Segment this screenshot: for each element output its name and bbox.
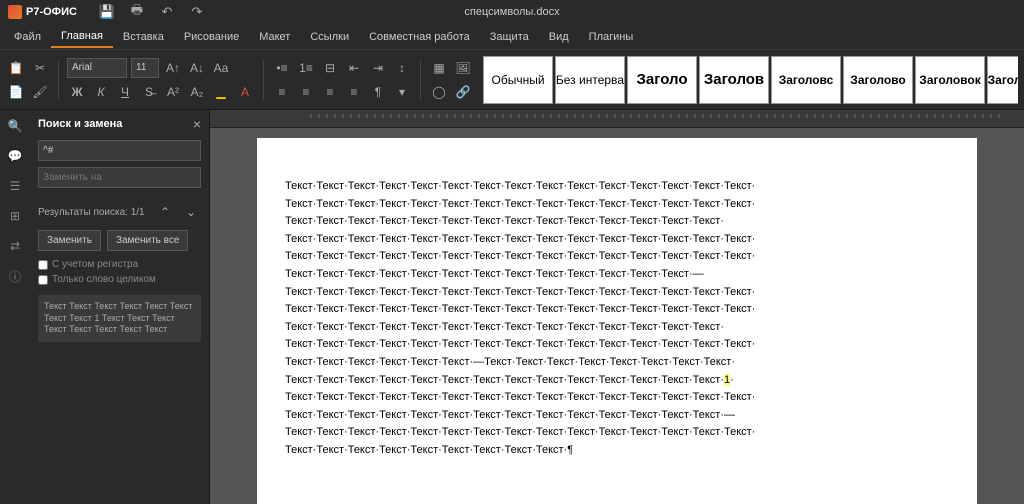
headings-icon[interactable]: ⊞ [5, 206, 25, 226]
document-title: спецсимволы.docx [464, 6, 559, 18]
case-sensitive-checkbox[interactable]: С учетом регистра [38, 259, 201, 270]
insert-table-icon[interactable]: ▦ [429, 58, 449, 78]
undo-icon[interactable]: ↶ [157, 2, 177, 22]
decrease-font-icon[interactable]: A↓ [187, 58, 207, 78]
menu-file[interactable]: Файл [4, 27, 51, 47]
cut-icon[interactable]: ✂ [30, 58, 50, 78]
menu-references[interactable]: Ссылки [300, 27, 359, 47]
strike-icon[interactable]: S̶ [139, 82, 159, 102]
nonprinting-icon[interactable]: ¶ [368, 82, 388, 102]
style-heading3[interactable]: Заголовс [771, 56, 841, 104]
redo-icon[interactable]: ↷ [187, 2, 207, 22]
prev-result-icon[interactable]: ⌃ [155, 202, 175, 222]
style-normal[interactable]: Обычный [483, 56, 553, 104]
search-replace-panel: Поиск и замена × Результаты поиска: 1/1 … [30, 110, 210, 504]
style-heading4[interactable]: Заголово [843, 56, 913, 104]
case-icon[interactable]: Aa [211, 58, 231, 78]
close-icon[interactable]: × [193, 116, 201, 132]
left-toolbar: 🔍 💬 ☰ ⊞ ⇄ ⓘ [0, 110, 30, 504]
search-result-item[interactable]: Текст Текст Текст Текст Текст Текст Текс… [38, 295, 201, 342]
subscript-icon[interactable]: A₂ [187, 82, 207, 102]
menu-draw[interactable]: Рисование [174, 27, 249, 47]
underline-icon[interactable]: Ч [115, 82, 135, 102]
feedback-icon[interactable]: ⓘ [5, 266, 25, 286]
app-logo-icon [8, 5, 22, 19]
multilevel-icon[interactable]: ⊟ [320, 58, 340, 78]
highlight-icon[interactable]: ▁ [211, 82, 231, 102]
document-page[interactable]: Текст·Текст·Текст·Текст·Текст·Текст·Текс… [257, 138, 977, 504]
search-results-count: Результаты поиска: 1/1 [38, 207, 145, 218]
indent-inc-icon[interactable]: ⇥ [368, 58, 388, 78]
replace-input[interactable] [38, 167, 201, 188]
toolbar: 📋 ✂ 📄 🖌 A↑ A↓ Aa Ж К Ч S̶ A² A₂ ▁ A [0, 50, 1024, 110]
style-heading5[interactable]: Заголовок [915, 56, 985, 104]
numbering-icon[interactable]: 1≡ [296, 58, 316, 78]
italic-icon[interactable]: К [91, 82, 111, 102]
search-input[interactable] [38, 140, 201, 161]
font-size-select[interactable] [131, 58, 159, 78]
increase-font-icon[interactable]: A↑ [163, 58, 183, 78]
style-heading2[interactable]: Заголов [699, 56, 769, 104]
indent-dec-icon[interactable]: ⇤ [344, 58, 364, 78]
line-spacing-icon[interactable]: ↕ [392, 58, 412, 78]
whole-word-checkbox[interactable]: Только слово целиком [38, 274, 201, 285]
font-name-select[interactable] [67, 58, 127, 78]
next-result-icon[interactable]: ⌄ [181, 202, 201, 222]
compare-icon[interactable]: ⇄ [5, 236, 25, 256]
style-nospace[interactable]: Без интервa [555, 56, 625, 104]
shading-icon[interactable]: ▾ [392, 82, 412, 102]
bold-icon[interactable]: Ж [67, 82, 87, 102]
horizontal-ruler[interactable] [210, 110, 1024, 128]
style-heading1[interactable]: Заголо [627, 56, 697, 104]
app-name: Р7-ОФИС [26, 6, 77, 18]
insert-shape-icon[interactable]: ◯ [429, 82, 449, 102]
menu-view[interactable]: Вид [539, 27, 579, 47]
navigation-icon[interactable]: ☰ [5, 176, 25, 196]
copy-icon[interactable]: 📋 [6, 58, 26, 78]
search-panel-title: Поиск и замена [38, 118, 122, 130]
bullets-icon[interactable]: •≡ [272, 58, 292, 78]
format-painter-icon[interactable]: 🖌 [30, 82, 50, 102]
menu-protect[interactable]: Защита [480, 27, 539, 47]
comments-icon[interactable]: 💬 [5, 146, 25, 166]
menu-home[interactable]: Главная [51, 26, 113, 48]
menu-collab[interactable]: Совместная работа [359, 27, 480, 47]
menu-layout[interactable]: Макет [249, 27, 300, 47]
print-icon[interactable]: 🖶 [127, 2, 147, 22]
menu-insert[interactable]: Вставка [113, 27, 174, 47]
replace-button[interactable]: Заменить [38, 230, 101, 251]
align-center-icon[interactable]: ≡ [296, 82, 316, 102]
search-icon[interactable]: 🔍 [5, 116, 25, 136]
align-justify-icon[interactable]: ≡ [344, 82, 364, 102]
menu-bar: Файл Главная Вставка Рисование Макет Ссы… [0, 24, 1024, 50]
save-icon[interactable]: 💾 [97, 2, 117, 22]
superscript-icon[interactable]: A² [163, 82, 183, 102]
insert-image-icon[interactable]: 🖼 [453, 58, 473, 78]
style-gallery: Обычный Без интервa Заголо Заголов Загол… [483, 56, 1018, 104]
style-heading6[interactable]: Заголовок ( [987, 56, 1018, 104]
font-color-icon[interactable]: A [235, 82, 255, 102]
menu-plugins[interactable]: Плагины [579, 27, 644, 47]
paste-icon[interactable]: 📄 [6, 82, 26, 102]
document-area: Текст·Текст·Текст·Текст·Текст·Текст·Текс… [210, 110, 1024, 504]
replace-all-button[interactable]: Заменить все [107, 230, 188, 251]
insert-link-icon[interactable]: 🔗 [453, 82, 473, 102]
align-left-icon[interactable]: ≡ [272, 82, 292, 102]
align-right-icon[interactable]: ≡ [320, 82, 340, 102]
